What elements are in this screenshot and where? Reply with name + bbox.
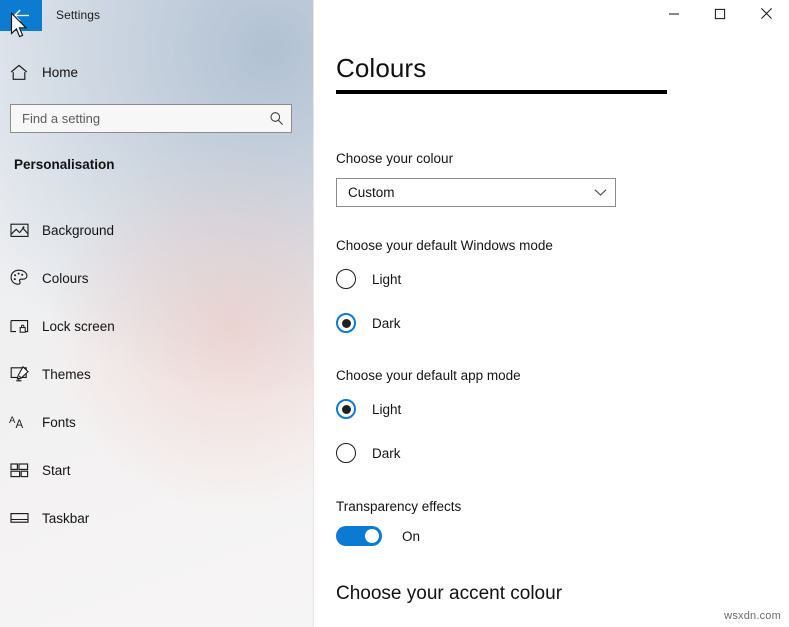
sidebar-divider <box>313 0 314 627</box>
radio-indicator <box>336 269 356 289</box>
back-button[interactable] <box>0 0 42 31</box>
sidebar-item-background[interactable]: Background <box>0 206 300 254</box>
themes-brush-icon <box>0 365 38 383</box>
windows-mode-dark-label: Dark <box>372 315 401 331</box>
sidebar: Settings Home Personalisation <box>0 0 313 627</box>
watermark: wsxdn.com <box>724 610 781 622</box>
lock-screen-icon <box>0 318 38 334</box>
sidebar-item-home[interactable]: Home <box>0 57 300 88</box>
search-icon[interactable] <box>261 111 291 126</box>
home-icon <box>0 64 38 81</box>
search-input[interactable] <box>11 111 261 126</box>
transparency-toggle[interactable] <box>336 526 382 546</box>
sidebar-item-taskbar[interactable]: Taskbar <box>0 494 300 542</box>
transparency-effects-label: Transparency effects <box>336 499 462 514</box>
sidebar-item-taskbar-label: Taskbar <box>42 510 90 526</box>
start-tiles-icon <box>0 462 38 478</box>
sidebar-section-heading: Personalisation <box>14 157 115 172</box>
svg-text:A: A <box>15 419 23 431</box>
windows-mode-radio-light[interactable]: Light <box>336 267 401 291</box>
app-title: Settings <box>56 8 101 22</box>
arrow-left-icon <box>13 9 30 22</box>
page-title: Colours <box>336 53 427 83</box>
app-mode-radio-light[interactable]: Light <box>336 397 401 421</box>
taskbar-icon <box>0 511 38 525</box>
app-mode-radio-dark[interactable]: Dark <box>336 441 401 465</box>
chevron-down-icon <box>585 188 615 197</box>
sidebar-item-themes[interactable]: Themes <box>0 350 300 398</box>
sidebar-item-start-label: Start <box>42 462 71 478</box>
windows-mode-label: Choose your default Windows mode <box>336 238 553 253</box>
palette-icon <box>0 269 38 287</box>
sidebar-item-lock-screen[interactable]: Lock screen <box>0 302 300 350</box>
sidebar-item-lock-screen-label: Lock screen <box>42 318 115 334</box>
choose-colour-label: Choose your colour <box>336 151 454 166</box>
sidebar-item-background-label: Background <box>42 222 115 238</box>
settings-window: Settings Home Personalisation <box>0 0 789 627</box>
fonts-aa-icon: A A <box>0 414 38 431</box>
transparency-effects-row: On <box>336 524 420 548</box>
sidebar-item-colours[interactable]: Colours <box>0 254 300 302</box>
sidebar-item-colours-label: Colours <box>42 270 89 286</box>
app-mode-light-label: Light <box>372 401 402 417</box>
windows-mode-radio-dark[interactable]: Dark <box>336 311 401 335</box>
radio-indicator-selected <box>336 313 356 333</box>
title-underline <box>336 90 667 94</box>
main-content: Colours Choose your colour Custom Choose… <box>336 0 789 627</box>
toggle-knob <box>365 529 379 543</box>
sidebar-item-start[interactable]: Start <box>0 446 300 494</box>
colour-mode-value: Custom <box>348 185 395 200</box>
sidebar-nav-list: Background Colours Lock screen Themes A … <box>0 206 300 542</box>
sidebar-item-home-label: Home <box>42 65 79 80</box>
sidebar-item-fonts-label: Fonts <box>42 414 76 430</box>
search-box[interactable] <box>10 104 292 133</box>
sidebar-item-fonts[interactable]: A A Fonts <box>0 398 300 446</box>
radio-indicator <box>336 443 356 463</box>
sidebar-item-themes-label: Themes <box>42 366 91 382</box>
app-mode-dark-label: Dark <box>372 445 401 461</box>
app-mode-label: Choose your default app mode <box>336 368 521 383</box>
radio-indicator-selected <box>336 399 356 419</box>
accent-colour-heading: Choose your accent colour <box>336 583 563 604</box>
picture-icon <box>0 222 38 238</box>
colour-mode-dropdown[interactable]: Custom <box>336 178 616 207</box>
windows-mode-light-label: Light <box>372 271 402 287</box>
transparency-state-label: On <box>402 528 421 544</box>
